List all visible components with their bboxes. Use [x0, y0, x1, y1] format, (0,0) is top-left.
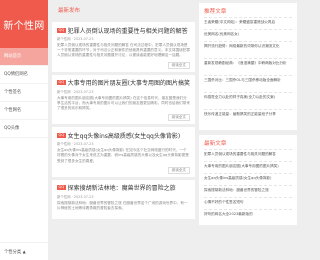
- post-meta: 新个性网 · 2023-07-23: [57, 37, 94, 41]
- post-excerpt: 大事专用的图片朋友圈(大事专用图的图片搞笑) 在这个信息时代，朋友圈是我们分享生…: [57, 95, 190, 110]
- post-card: QQ 大事专用的图片朋友圈(大事专用图的图片搞笑) 新个性网 · 2023-07…: [52, 74, 195, 125]
- nav-item-nicknames[interactable]: 个性网名: [0, 102, 48, 120]
- post-card: QQ 探索搜胡新法林地：魔兽世界的冒险之旅 新个性网 · 2023-07-23 …: [52, 179, 195, 220]
- post-title-row: QQ 大事专用的图片朋友圈(大事专用图的图片搞笑): [57, 78, 190, 88]
- read-more-button[interactable]: 阅读全文: [167, 61, 190, 69]
- recommended-widget: 推荐文章 王者荣耀(中文网站)：荣耀盛宴重燃战火再启 优美网名(优美网名女) 揭…: [199, 3, 297, 130]
- post-footer: 阅读全文: [57, 61, 190, 69]
- widget-link[interactable]: 快乐传递正能量：幽默搞笑的正能量段子分享: [204, 109, 292, 126]
- post-tag[interactable]: QQ: [57, 80, 66, 86]
- post-title-link[interactable]: 探索搜胡新法林地：魔兽世界的冒险之旅: [68, 183, 176, 192]
- post-footer: 阅读全文: [57, 166, 190, 174]
- widget-title: 最新文章: [204, 141, 227, 147]
- post-meta: 新个性网 · 2023-07-23: [57, 142, 94, 147]
- widget-link[interactable]: 你感觉全力以赴的样子真美(全力以赴的文案): [204, 92, 292, 109]
- latest-widget: 最新文章 犯罪人员倒认现场的重要性与相关问题的解答 大事专用的图片朋友圈(大事专…: [199, 135, 297, 225]
- post-meta: 新个性网 · 2023-07-23: [57, 89, 94, 94]
- post-card: QQ 女生qq头像ins高级质感(女生qq头像背影) 新个性网 · 2023-0…: [52, 127, 195, 177]
- post-title-link[interactable]: 大事专用的图片朋友圈(大事专用图的图片搞笑): [68, 78, 190, 87]
- nav-item-avatars[interactable]: QQ头像: [0, 120, 48, 138]
- post-title-link[interactable]: 犯罪人员倒认现场的重要性与相关问题的解答: [68, 26, 188, 35]
- widget-link[interactable]: 优美网名(优美网名女): [204, 29, 292, 41]
- post-card: QQ 犯罪人员倒认现场的重要性与相关问题的解答 新个性网 · 2023-07-2…: [52, 22, 195, 72]
- post-title-row: QQ 女生qq头像ins高级质感(女生qq头像背影): [57, 130, 190, 140]
- section-title: 最新发布: [58, 8, 81, 14]
- widget-link[interactable]: 王者荣耀(中文网站)：荣耀盛宴重燃战火再启: [204, 17, 292, 29]
- right-sidebar: 推荐文章 王者荣耀(中文网站)：荣耀盛宴重燃战火再启 优美网名(优美网名女) 揭…: [197, 0, 300, 230]
- post-tag[interactable]: QQ: [57, 132, 66, 138]
- nav-item-home[interactable]: 网站首页: [0, 48, 48, 66]
- nav-item-couple-names[interactable]: QQ情侣网名: [0, 66, 48, 84]
- read-more-button[interactable]: 阅读全文: [167, 166, 190, 174]
- post-title-row: QQ 犯罪人员倒认现场的重要性与相关问题的解答: [57, 25, 190, 35]
- nav-category-toggle[interactable]: 个性分类 ▲: [0, 242, 48, 260]
- site-logo[interactable]: 新个性网: [3, 17, 44, 32]
- post-title-link[interactable]: 女生qq头像ins高级质感(女生qq头像背影): [68, 131, 181, 140]
- read-more-button[interactable]: 阅读全文: [167, 114, 190, 122]
- main-content: 最新发布 QQ 犯罪人员倒认现场的重要性与相关问题的解答 新个性网 · 2023…: [52, 0, 195, 222]
- caret-up-icon: ▲: [22, 249, 26, 254]
- nav-item-signatures[interactable]: 个性签名: [0, 84, 48, 102]
- post-title-row: QQ 探索搜胡新法林地：魔兽世界的冒险之旅: [57, 183, 190, 193]
- post-excerpt: 女生qq头像ins高级质感(女生qq头像背影) 在如今这个社交网络盛行的时代，一…: [57, 148, 189, 163]
- widget-link[interactable]: 女生qq头像ins高级质感(女生qq头像背影): [204, 173, 292, 185]
- post-tag[interactable]: QQ: [57, 27, 66, 33]
- widget-link[interactable]: 大事专用的图片朋友圈(大事专用图的图片搞笑): [204, 161, 292, 173]
- post-meta: 新个性网 · 2023-07-23: [57, 194, 94, 199]
- widget-link[interactable]: 三国杀对比：三国杀OL与三国杀移动版全面解析: [204, 75, 292, 92]
- post-tag[interactable]: QQ: [57, 185, 66, 191]
- widget-title: 推荐文章: [204, 9, 227, 15]
- widget-link[interactable]: 揭开流行趋势：网络最新热词带你认识潮流文化: [204, 41, 292, 58]
- widget-link[interactable]: 探索搜胡新法林地：魔兽世界的冒险之旅: [204, 185, 292, 197]
- post-excerpt: 犯罪人员倒认现场的重要性与相关问题的解答 在司法过程中，犯罪人员倒认现场是一个非…: [57, 43, 190, 58]
- post-footer: 阅读全文: [57, 114, 190, 122]
- widget-link[interactable]: 心情不好的个性签名短句: [204, 197, 292, 209]
- widget-link[interactable]: 重新发现韩剧经典：《浪漫满屋》中韩两版对比分析: [204, 58, 292, 75]
- widget-link[interactable]: 好听的网名大全2023最新版的: [204, 209, 292, 221]
- nav-category-label: 个性分类: [4, 250, 22, 255]
- post-excerpt: 探索搜胡新法林地：魔兽世界的冒险之旅 在魔兽世界这个广阔的游戏世界中，有一片神秘…: [57, 200, 188, 210]
- widget-link[interactable]: 犯罪人员倒认现场的重要性与相关问题的解答: [204, 149, 292, 161]
- logo-area[interactable]: 新个性网: [0, 0, 48, 48]
- sidebar: 新个性网 网站首页 QQ情侣网名 个性签名 个性网名 QQ头像 个性分类 ▲: [0, 0, 48, 260]
